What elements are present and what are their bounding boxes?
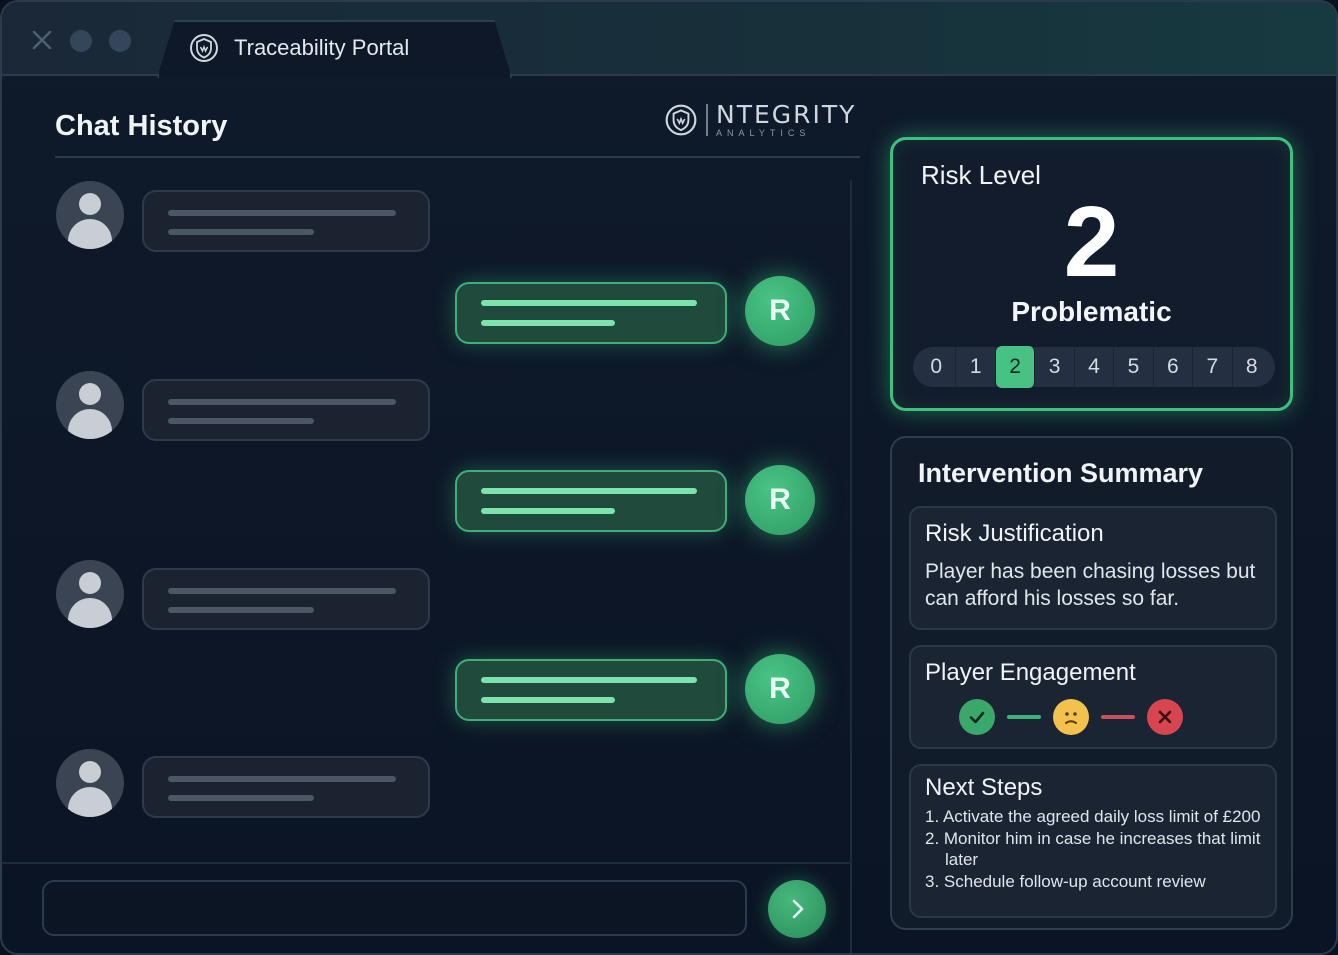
risk-scale-option[interactable]: 5 — [1114, 347, 1154, 387]
risk-level-card: Risk Level 2 Problematic 0 1 2 3 4 5 6 7… — [890, 137, 1293, 411]
shield-logo-icon — [665, 104, 697, 136]
divider — [2, 862, 850, 864]
risk-scale-option[interactable]: 1 — [956, 347, 996, 387]
close-icon[interactable] — [30, 28, 54, 52]
bot-avatar: R — [745, 654, 815, 724]
panel-divider — [850, 180, 852, 953]
tab-title: Traceability Portal — [234, 35, 410, 60]
risk-scale-option[interactable]: 8 — [1233, 347, 1271, 387]
risk-scale-option-selected[interactable]: 2 — [995, 346, 1036, 388]
bot-avatar: R — [745, 276, 815, 346]
brand-text: NTEGRITY ANALYTICS — [716, 102, 856, 138]
chevron-right-icon — [792, 899, 804, 919]
risk-scale-option[interactable]: 4 — [1075, 347, 1115, 387]
user-message-bubble[interactable] — [142, 190, 430, 252]
x-circle-icon — [1147, 699, 1183, 735]
user-avatar-icon — [56, 749, 124, 817]
maximize-button[interactable] — [109, 30, 131, 52]
risk-level-value: 2 — [1063, 186, 1120, 298]
risk-scale: 0 1 2 3 4 5 6 7 8 — [913, 346, 1275, 388]
chat-history-title: Chat History — [55, 110, 228, 142]
bot-avatar: R — [745, 465, 815, 535]
user-avatar-icon — [56, 371, 124, 439]
risk-scale-option[interactable]: 6 — [1154, 347, 1194, 387]
list-item: 3. Schedule follow-up account review — [925, 871, 1206, 891]
next-steps-list: 1. Activate the agreed daily loss limit … — [925, 806, 1267, 892]
title-bar: Traceability Portal — [2, 2, 1336, 78]
user-avatar-icon — [56, 560, 124, 628]
brand-separator — [706, 104, 708, 136]
intervention-summary-card: Intervention Summary Risk Justification … — [890, 436, 1293, 930]
user-message-bubble[interactable] — [142, 379, 430, 441]
user-avatar-icon — [56, 181, 124, 249]
next-steps-title: Next Steps — [925, 774, 1043, 801]
neutral-face-icon — [1053, 699, 1089, 735]
list-item: 2. Monitor him in case he increases that… — [925, 828, 1261, 870]
check-circle-icon — [959, 699, 995, 735]
shield-logo-icon — [190, 34, 218, 62]
bot-message-bubble[interactable] — [455, 470, 727, 532]
user-message-bubble[interactable] — [142, 756, 430, 818]
divider — [55, 156, 860, 158]
player-engagement-card: Player Engagement — [909, 645, 1277, 749]
user-message-bubble[interactable] — [142, 568, 430, 630]
player-engagement-title: Player Engagement — [925, 659, 1136, 686]
connector-line — [1101, 715, 1135, 719]
risk-justification-text: Player has been chasing losses but can a… — [925, 560, 1256, 610]
risk-level-label: Problematic — [1011, 296, 1172, 327]
next-steps-card: Next Steps 1. Activate the agreed daily … — [909, 764, 1277, 918]
minimize-button[interactable] — [70, 30, 92, 52]
app-window: Traceability Portal Chat History NTEGRIT… — [0, 0, 1338, 955]
brand-name: NTEGRITY — [716, 100, 857, 129]
risk-justification-card: Risk Justification Player has been chasi… — [909, 506, 1277, 630]
risk-scale-option[interactable]: 7 — [1193, 347, 1233, 387]
bot-message-bubble[interactable] — [455, 282, 727, 344]
brand-subtitle: ANALYTICS — [716, 128, 811, 138]
intervention-summary-title: Intervention Summary — [918, 458, 1204, 488]
brand-logo: NTEGRITY ANALYTICS — [664, 102, 856, 138]
bot-message-bubble[interactable] — [455, 659, 727, 721]
list-item: 1. Activate the agreed daily loss limit … — [925, 807, 1261, 826]
risk-scale-option[interactable]: 0 — [917, 347, 957, 387]
tab-content: Traceability Portal — [188, 32, 409, 64]
risk-justification-title: Risk Justification — [925, 520, 1104, 547]
connector-line — [1007, 715, 1041, 719]
send-button[interactable] — [768, 880, 826, 938]
risk-scale-option[interactable]: 3 — [1035, 347, 1075, 387]
message-input[interactable] — [42, 880, 747, 936]
engagement-indicator — [959, 699, 1183, 735]
